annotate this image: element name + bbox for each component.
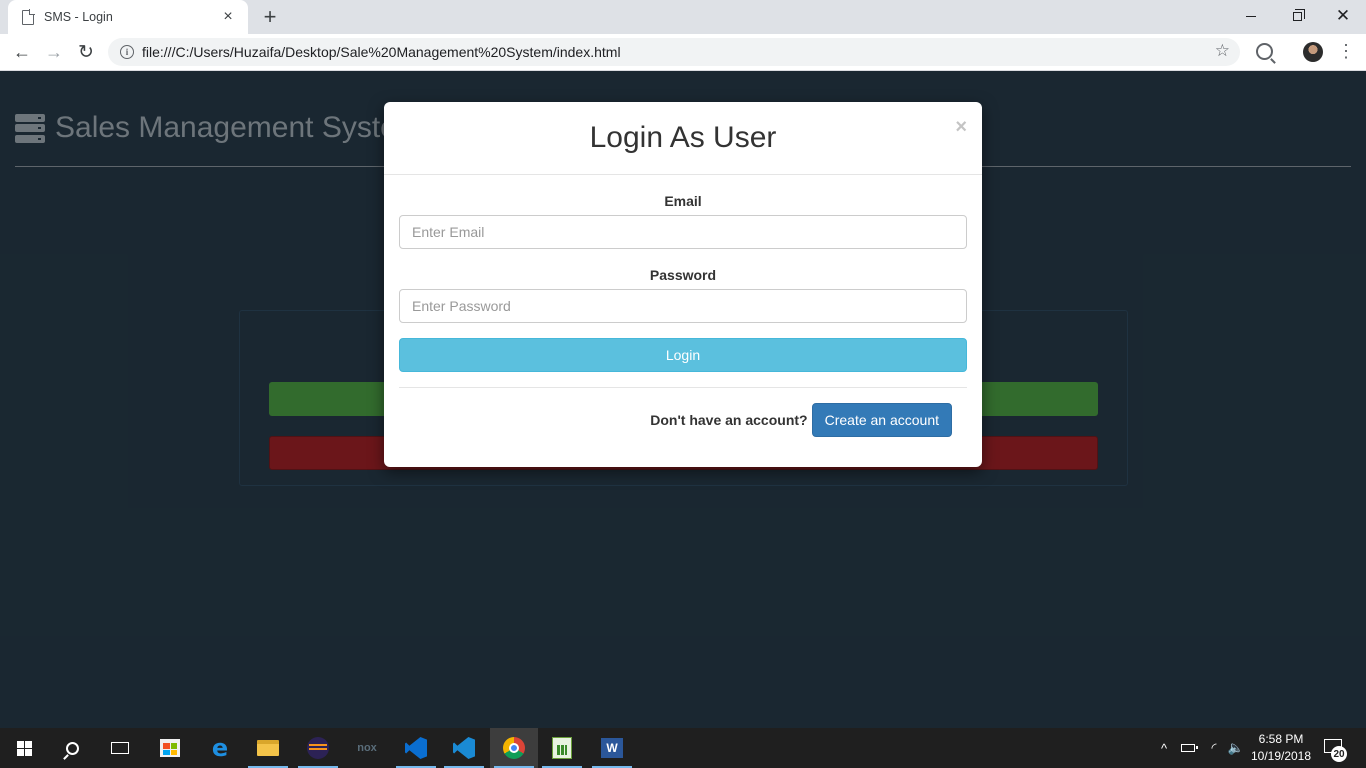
modal-close-icon[interactable]: × — [955, 116, 967, 139]
profile-avatar[interactable] — [1303, 42, 1323, 62]
taskbar-clock[interactable]: 6:58 PM 10/19/2018 — [1250, 731, 1312, 765]
battery-button[interactable] — [1178, 728, 1198, 768]
taskbar-vscode[interactable] — [440, 728, 488, 768]
modal-title: Login As User — [589, 121, 777, 154]
show-hidden-icons-button[interactable]: ^ — [1154, 728, 1174, 768]
windows-taskbar: e nox W ^ ◜ 🔈 6:58 PM 10/19/2018 20 — [0, 728, 1366, 768]
task-view-icon — [111, 742, 129, 754]
arrow-right-icon: → — [45, 41, 63, 62]
email-label: Email — [664, 193, 702, 209]
taskbar-search-button[interactable] — [48, 728, 96, 768]
windows-logo-icon — [16, 740, 32, 756]
taskbar-eclipse[interactable] — [294, 728, 342, 768]
network-button[interactable]: ◜ — [1204, 728, 1224, 768]
clock-date: 10/19/2018 — [1250, 749, 1312, 763]
address-bar[interactable]: i file:///C:/Users/Huzaifa/Desktop/Sale%… — [108, 38, 1240, 66]
browser-toolbar: ← → ↻ i file:///C:/Users/Huzaifa/Desktop… — [0, 34, 1366, 71]
login-button[interactable]: Login — [399, 338, 967, 372]
spreadsheet-icon — [552, 737, 572, 759]
restore-icon — [1292, 8, 1305, 21]
taskbar-visual-studio[interactable] — [392, 728, 440, 768]
more-vert-icon[interactable]: ⋮ — [1337, 40, 1355, 62]
password-label: Password — [649, 267, 717, 283]
taskbar-file-explorer[interactable] — [244, 728, 292, 768]
taskbar-edge[interactable]: e — [196, 728, 244, 768]
new-tab-button[interactable]: + — [258, 4, 282, 30]
info-icon[interactable]: i — [120, 45, 134, 59]
arrow-left-icon: ← — [13, 41, 31, 62]
nox-icon: nox — [357, 742, 377, 754]
task-view-button[interactable] — [96, 728, 144, 768]
back-button[interactable]: ← — [10, 40, 34, 64]
volume-icon: 🔈 — [1227, 740, 1245, 755]
forward-button[interactable]: → — [42, 40, 66, 64]
visual-studio-icon — [405, 737, 427, 759]
login-modal: Login As User × Email Password Login Don… — [384, 102, 982, 467]
browser-tab-strip: SMS - Login × + ✕ — [0, 0, 1366, 34]
eclipse-icon — [307, 737, 329, 759]
tab-title: SMS - Login — [44, 10, 113, 24]
signup-prompt: Don't have an account? — [650, 412, 808, 428]
signup-row: Don't have an account? Create an account — [650, 403, 952, 437]
window-restore-button[interactable] — [1274, 0, 1320, 32]
taskbar-store[interactable] — [146, 728, 194, 768]
edge-icon: e — [211, 734, 229, 762]
reload-button[interactable]: ↻ — [74, 40, 98, 64]
volume-button[interactable]: 🔈 — [1226, 728, 1246, 768]
chrome-icon — [503, 737, 525, 759]
taskbar-chrome[interactable] — [490, 728, 538, 768]
window-close-button[interactable]: ✕ — [1320, 0, 1366, 32]
document-icon — [22, 9, 35, 25]
create-account-button[interactable]: Create an account — [811, 403, 952, 437]
notification-count: 20 — [1331, 746, 1347, 762]
taskbar-word[interactable]: W — [588, 728, 636, 768]
store-icon — [160, 739, 180, 757]
clock-time: 6:58 PM — [1258, 732, 1304, 746]
action-center-button[interactable]: 20 — [1322, 736, 1347, 762]
battery-icon — [1181, 744, 1198, 752]
email-field[interactable] — [399, 215, 967, 249]
url-text[interactable]: file:///C:/Users/Huzaifa/Desktop/Sale%20… — [142, 44, 621, 60]
search-extension-icon[interactable] — [1256, 43, 1273, 60]
wifi-icon: ◜ — [1211, 740, 1217, 755]
minimize-icon — [1246, 15, 1256, 17]
taskbar-spreadsheet[interactable] — [538, 728, 586, 768]
vscode-icon — [453, 737, 475, 759]
tab-close-icon[interactable]: × — [220, 8, 236, 26]
folder-icon — [257, 740, 279, 756]
taskbar-nox[interactable]: nox — [343, 728, 391, 768]
close-icon: ✕ — [1335, 6, 1351, 25]
start-button[interactable] — [0, 728, 48, 768]
password-field[interactable] — [399, 289, 967, 323]
modal-header: Login As User × — [384, 102, 982, 175]
bookmark-star-icon[interactable]: ☆ — [1215, 41, 1230, 61]
window-minimize-button[interactable] — [1228, 0, 1274, 32]
search-icon — [65, 741, 79, 755]
word-icon: W — [601, 738, 623, 758]
reload-icon: ↻ — [78, 41, 94, 63]
chevron-up-icon: ^ — [1160, 740, 1168, 756]
modal-divider — [399, 387, 967, 388]
browser-tab[interactable]: SMS - Login × — [8, 0, 248, 34]
